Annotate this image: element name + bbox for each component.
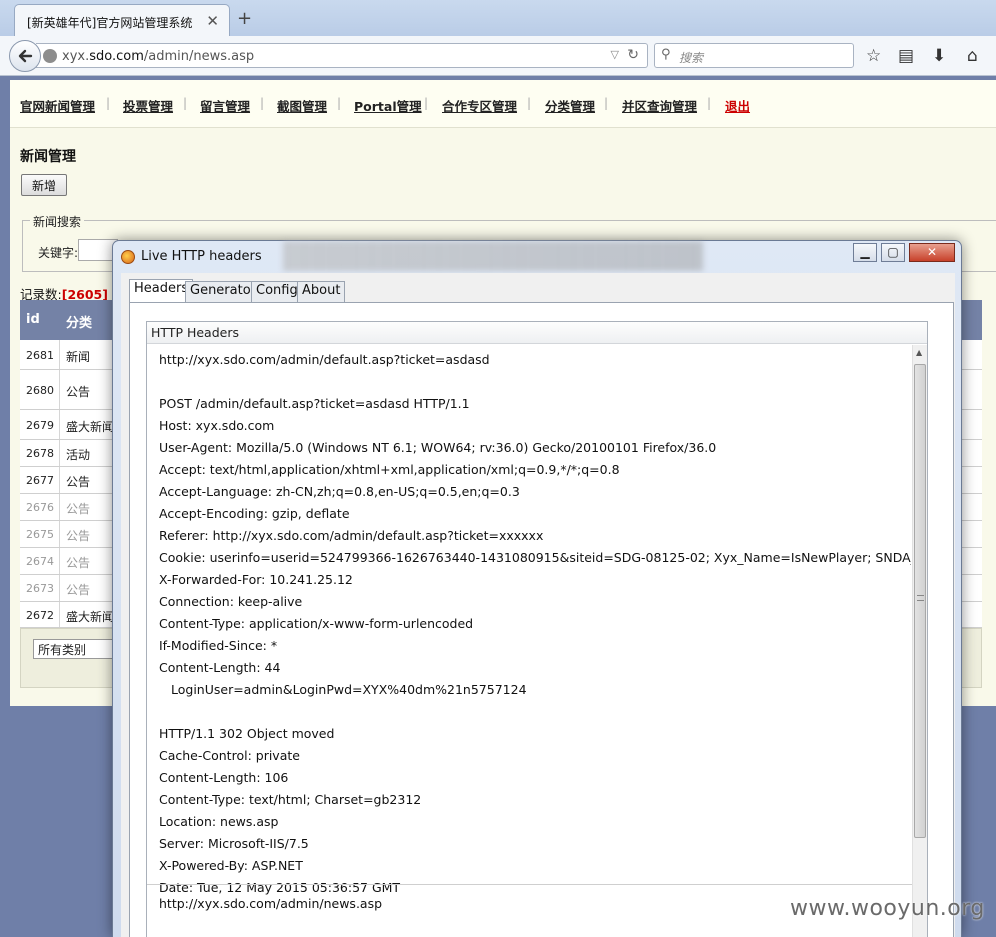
url-dropdown-icon[interactable]: ▽ <box>611 48 619 61</box>
url-text[interactable]: xyx.sdo.com/admin/news.asp <box>62 49 254 64</box>
browser-titlebar: [新英雄年代]官方网站管理系统 ✕ + <box>0 0 996 40</box>
download-icon[interactable]: ⬇ <box>932 46 946 66</box>
vertical-scrollbar[interactable]: ▲ <box>912 345 927 937</box>
log-line: Content-Type: text/html; Charset=gb2312 <box>159 792 422 807</box>
page-title: 新闻管理 <box>20 149 76 165</box>
search-icon: ⚲ <box>661 47 671 62</box>
window-title: Live HTTP headers <box>141 249 262 264</box>
http-headers-title: HTTP Headers <box>147 322 927 344</box>
log-line: Referer: http://xyx.sdo.com/admin/defaul… <box>159 528 544 543</box>
log-line: X-Forwarded-For: 10.241.25.12 <box>159 572 353 587</box>
tab-close-icon[interactable]: ✕ <box>206 12 219 30</box>
headers-log[interactable]: http://xyx.sdo.com/admin/default.asp?tic… <box>159 349 911 899</box>
log-line: http://xyx.sdo.com/admin/default.asp?tic… <box>159 352 490 367</box>
menu-messages[interactable]: 留言管理 <box>200 96 250 115</box>
reading-list-icon[interactable]: ▤ <box>898 46 914 66</box>
home-icon[interactable]: ⌂ <box>967 46 978 66</box>
menu-screenshots[interactable]: 截图管理 <box>277 96 327 115</box>
scrollbar-thumb[interactable] <box>914 364 926 838</box>
menu-category[interactable]: 分类管理 <box>545 96 595 115</box>
log-line: If-Modified-Since: * <box>159 638 278 653</box>
log-line: Content-Length: 106 <box>159 770 289 785</box>
back-arrow-icon <box>18 49 33 63</box>
post-body-line: LoginUser=admin&LoginPwd=XYX%40dm%21n575… <box>171 682 527 697</box>
keyword-label: 关键字: <box>38 246 79 260</box>
log-line: Cache-Control: private <box>159 748 300 763</box>
log-line: Accept-Encoding: gzip, deflate <box>159 506 350 521</box>
log-line: X-Powered-By: ASP.NET <box>159 858 303 873</box>
tab-title: [新英雄年代]官方网站管理系统 <box>27 16 193 30</box>
log-line: Location: news.asp <box>159 814 279 829</box>
http-headers-box: HTTP Headers http://xyx.sdo.com/admin/de… <box>146 321 928 937</box>
app-logo-icon <box>121 250 135 264</box>
url-bar[interactable]: xyx.sdo.com/admin/news.asp ▽ ↻ <box>36 43 648 68</box>
log-line: POST /admin/default.asp?ticket=asdasd HT… <box>159 396 470 411</box>
request-divider <box>147 884 913 885</box>
live-http-headers-window: Live HTTP headers ▁ ▢ ✕ Headers Generato… <box>112 240 962 937</box>
tab-headers[interactable]: Headers <box>129 279 194 303</box>
menu-vote[interactable]: 投票管理 <box>123 96 173 115</box>
column-id: id <box>26 312 40 327</box>
reload-icon[interactable]: ↻ <box>627 47 639 63</box>
search-bar[interactable]: ⚲ 搜索 <box>654 43 854 68</box>
add-news-button[interactable]: 新增 <box>21 174 67 196</box>
browser-tab[interactable]: [新英雄年代]官方网站管理系统 ✕ <box>14 4 230 40</box>
back-button[interactable] <box>9 40 41 72</box>
menu-logout[interactable]: 退出 <box>725 96 750 115</box>
log-line: Accept: text/html,application/xhtml+xml,… <box>159 462 620 477</box>
bookmark-star-icon[interactable]: ☆ <box>866 46 881 66</box>
log-line: Host: xyx.sdo.com <box>159 418 275 433</box>
minimize-button[interactable]: ▁ <box>853 243 877 262</box>
menu-merge-query[interactable]: 并区查询管理 <box>622 96 697 115</box>
scroll-up-icon[interactable]: ▲ <box>916 348 922 357</box>
log-line: Server: Microsoft-IIS/7.5 <box>159 836 309 851</box>
maximize-button[interactable]: ▢ <box>881 243 905 262</box>
top-menu: 官网新闻管理 | 投票管理 | 留言管理 | 截图管理 | Portal管理 |… <box>10 80 996 128</box>
log-line: Cookie: userinfo=userid=524799366-162676… <box>159 550 911 565</box>
next-request-line: http://xyx.sdo.com/admin/news.asp <box>159 896 383 911</box>
column-category: 分类 <box>66 316 93 331</box>
browser-navbar: xyx.sdo.com/admin/news.asp ▽ ↻ ⚲ 搜索 ☆ ▤ … <box>0 36 996 76</box>
menu-portal[interactable]: Portal管理 <box>354 96 422 115</box>
search-legend: 新闻搜索 <box>30 213 85 230</box>
log-line: HTTP/1.1 302 Object moved <box>159 726 335 741</box>
menu-news[interactable]: 官网新闻管理 <box>20 96 95 115</box>
search-input[interactable]: 搜索 <box>679 49 703 66</box>
log-line: Content-Length: 44 <box>159 660 281 675</box>
tab-about[interactable]: About <box>297 281 346 302</box>
log-line: Content-Type: application/x-www-form-url… <box>159 616 474 631</box>
log-line: User-Agent: Mozilla/5.0 (Windows NT 6.1;… <box>159 440 717 455</box>
log-line: Connection: keep-alive <box>159 594 303 609</box>
tab-config[interactable]: Config <box>251 281 303 302</box>
blurred-region <box>283 241 703 271</box>
log-line: Accept-Language: zh-CN,zh;q=0.8,en-US;q=… <box>159 484 520 499</box>
globe-icon <box>43 49 57 63</box>
tab-generator[interactable]: Generator <box>185 281 262 302</box>
headers-panel: HTTP Headers http://xyx.sdo.com/admin/de… <box>129 302 954 937</box>
watermark: www.wooyun.org <box>790 896 985 921</box>
window-body: Headers Generator Config About HTTP Head… <box>121 273 955 937</box>
new-tab-button[interactable]: + <box>237 8 252 29</box>
close-window-button[interactable]: ✕ <box>909 243 955 262</box>
menu-partner[interactable]: 合作专区管理 <box>442 96 517 115</box>
